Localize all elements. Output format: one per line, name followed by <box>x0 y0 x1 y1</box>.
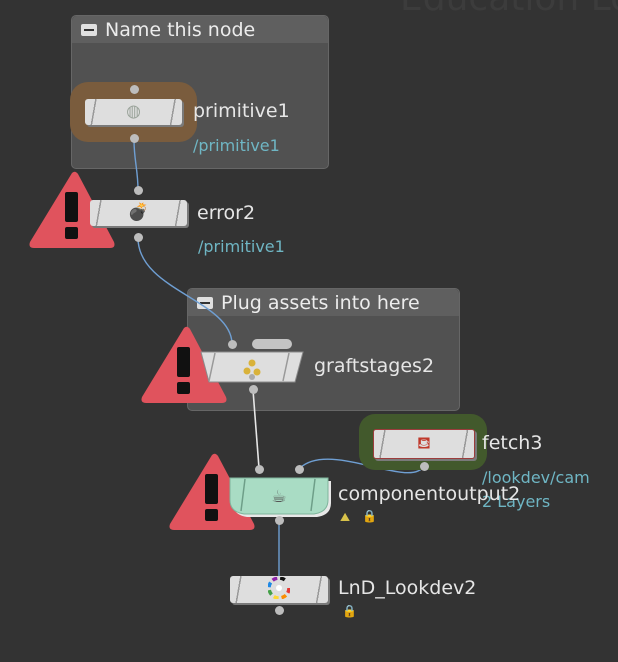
input-connector[interactable] <box>129 84 139 94</box>
output-connector[interactable] <box>248 384 258 394</box>
node-componentoutput2[interactable]: ☕ <box>229 477 333 519</box>
sphere-icon: ◍ <box>126 101 141 122</box>
node-path-error2: /primitive1 <box>198 237 285 256</box>
output-connector[interactable] <box>274 605 284 615</box>
node-primitive1[interactable]: ◍ <box>85 99 182 125</box>
lock-icon[interactable]: 🔒 <box>342 604 357 618</box>
multi-input-bar[interactable] <box>252 339 292 349</box>
teacup-icon: ☕ <box>271 487 286 507</box>
node-name-error2[interactable]: error2 <box>197 202 255 224</box>
bomb-icon: 💣 <box>127 202 150 223</box>
output-connector[interactable] <box>133 232 143 242</box>
output-connector[interactable] <box>274 515 284 525</box>
input-connector[interactable] <box>294 464 304 474</box>
input-connector[interactable] <box>227 339 237 349</box>
fetch-icon: ⛾ <box>417 433 431 454</box>
node-path-primitive1: /primitive1 <box>193 136 280 155</box>
node-name-lnd-lookdev2[interactable]: LnD_Lookdev2 <box>338 577 476 599</box>
output-connector[interactable] <box>129 133 139 143</box>
node-lnd-lookdev2[interactable] <box>230 576 328 603</box>
node-name-componentoutput2[interactable]: componentoutput2 <box>338 483 520 505</box>
output-connector[interactable] <box>419 461 429 471</box>
input-connector[interactable] <box>133 185 143 195</box>
lock-icon[interactable]: 🔒 <box>362 509 377 523</box>
node-name-fetch3[interactable]: fetch3 <box>482 432 542 454</box>
wire-primitive1-error2 <box>133 139 139 191</box>
node-name-primitive1[interactable]: primitive1 <box>193 100 290 122</box>
node-fetch3[interactable]: ⛾ <box>373 429 475 459</box>
node-name-graftstages2[interactable]: graftstages2 <box>314 355 434 377</box>
node-error2[interactable]: 💣 <box>90 200 187 226</box>
node-graftstages2[interactable] <box>199 351 305 384</box>
input-connector[interactable] <box>254 464 264 474</box>
render-flag-icon: ⛰ <box>340 510 351 524</box>
color-wheel-icon <box>267 576 291 603</box>
